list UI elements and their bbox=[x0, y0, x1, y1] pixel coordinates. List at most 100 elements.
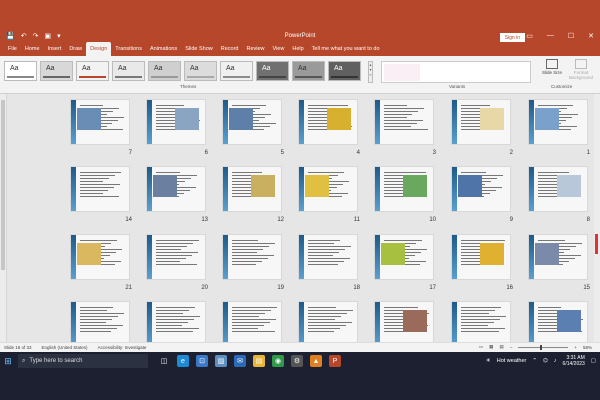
tab-review[interactable]: Review bbox=[242, 42, 268, 56]
weather-icon[interactable]: ☀ bbox=[486, 358, 491, 364]
slide-thumbnail[interactable] bbox=[451, 234, 511, 280]
powerpoint-icon[interactable]: P bbox=[329, 355, 341, 367]
slide-thumbnail[interactable] bbox=[451, 99, 511, 145]
tab-view[interactable]: View bbox=[269, 42, 289, 56]
normal-view-icon[interactable]: ▭ bbox=[479, 344, 483, 350]
reading-view-icon[interactable]: ▤ bbox=[499, 344, 503, 350]
slide-accent-stripe bbox=[375, 235, 380, 279]
theme-option[interactable]: Aa bbox=[4, 61, 37, 81]
weather-text[interactable]: Hot weather bbox=[497, 358, 527, 364]
slide-thumbnail[interactable] bbox=[374, 234, 434, 280]
slide-thumbnail[interactable] bbox=[528, 166, 588, 212]
tab-record[interactable]: Record bbox=[217, 42, 243, 56]
photos-icon[interactable]: ▨ bbox=[215, 355, 227, 367]
slide-thumbnail[interactable] bbox=[298, 99, 358, 145]
slide-thumbnail[interactable] bbox=[374, 99, 434, 145]
slide-size-button[interactable]: Slide Size bbox=[540, 59, 564, 80]
slide-thumbnail[interactable] bbox=[70, 234, 130, 280]
slide-thumbnail[interactable] bbox=[146, 234, 206, 280]
tell-me-search[interactable]: Tell me what you want to do bbox=[308, 42, 380, 56]
tab-slide-show[interactable]: Slide Show bbox=[181, 42, 217, 56]
slide-photo bbox=[403, 175, 427, 197]
slide-thumbnail[interactable] bbox=[146, 166, 206, 212]
theme-option[interactable]: Aa bbox=[112, 61, 145, 81]
theme-option[interactable]: Aa bbox=[76, 61, 109, 81]
notification-icon[interactable]: ▢ bbox=[591, 358, 596, 364]
zoom-in-icon[interactable]: + bbox=[574, 345, 577, 350]
theme-option[interactable]: Aa bbox=[220, 61, 253, 81]
slide-text-lines bbox=[156, 307, 201, 334]
close-icon[interactable]: ✕ bbox=[588, 32, 594, 40]
theme-option[interactable]: Aa bbox=[256, 61, 289, 81]
minimize-icon[interactable]: — bbox=[547, 32, 554, 40]
slide-photo bbox=[327, 108, 351, 130]
slide-thumbnail[interactable] bbox=[70, 99, 130, 145]
file-explorer-icon[interactable]: ▤ bbox=[253, 355, 265, 367]
taskbar-search[interactable]: ⌕ Type here to search bbox=[18, 354, 148, 368]
maximize-icon[interactable]: ☐ bbox=[568, 32, 574, 40]
accessibility-checker[interactable]: Accessibility: Investigate bbox=[98, 345, 147, 350]
slide-thumbnail[interactable] bbox=[146, 301, 206, 347]
slide-thumbnail[interactable] bbox=[528, 99, 588, 145]
start-button[interactable]: ⊞ bbox=[0, 352, 16, 370]
slide-thumbnail[interactable] bbox=[146, 99, 206, 145]
windows-taskbar: ⊞ ⌕ Type here to search ◫ e ⊡ ▨ ✉ ▤ ◉ ⚙ ▲ P ☀ Hot… bbox=[0, 352, 600, 400]
theme-option[interactable]: Aa bbox=[292, 61, 325, 81]
variant-option[interactable] bbox=[384, 64, 420, 81]
tab-help[interactable]: Help bbox=[288, 42, 307, 56]
taskbar-apps: ◫ e ⊡ ▨ ✉ ▤ ◉ ⚙ ▲ P bbox=[158, 355, 341, 367]
themes-more-button[interactable]: ▴ ▾ ▿ bbox=[368, 61, 373, 83]
scrollbar-thumb[interactable] bbox=[1, 100, 5, 270]
network-icon[interactable]: ⌬ bbox=[543, 358, 548, 364]
slide-thumbnail[interactable] bbox=[374, 166, 434, 212]
theme-option[interactable]: Aa bbox=[328, 61, 361, 81]
vlc-icon[interactable]: ▲ bbox=[310, 355, 322, 367]
slide-thumbnail[interactable] bbox=[451, 166, 511, 212]
slide-thumbnail[interactable] bbox=[222, 234, 282, 280]
slide-thumbnail[interactable] bbox=[222, 166, 282, 212]
chrome-icon[interactable]: ◉ bbox=[272, 355, 284, 367]
tab-draw[interactable]: Draw bbox=[65, 42, 86, 56]
theme-option[interactable]: Aa bbox=[40, 61, 73, 81]
slide-text-lines bbox=[308, 240, 353, 267]
slide-thumbnail[interactable] bbox=[298, 166, 358, 212]
tab-animations[interactable]: Animations bbox=[146, 42, 181, 56]
slide-thumbnail[interactable] bbox=[222, 99, 282, 145]
slide-thumbnail[interactable] bbox=[451, 301, 511, 347]
theme-glyph: Aa bbox=[334, 65, 343, 72]
slide-sorter-icon[interactable]: ▦ bbox=[489, 344, 493, 350]
tab-file[interactable]: File bbox=[4, 42, 21, 56]
slide-accent-stripe bbox=[529, 302, 534, 346]
clock[interactable]: 3:31 AM 6/14/2023 bbox=[563, 355, 585, 367]
slide-thumbnail[interactable] bbox=[528, 301, 588, 347]
slide-thumbnail[interactable] bbox=[70, 301, 130, 347]
tab-home[interactable]: Home bbox=[21, 42, 44, 56]
zoom-level[interactable]: 58% bbox=[583, 345, 592, 350]
language-indicator[interactable]: English (United States) bbox=[42, 345, 88, 350]
slide-thumbnail[interactable] bbox=[222, 301, 282, 347]
variants-gallery bbox=[381, 61, 531, 83]
ribbon-display-icon[interactable]: ▭ bbox=[526, 32, 533, 40]
slide-thumbnail[interactable] bbox=[528, 234, 588, 280]
mail-icon[interactable]: ✉ bbox=[234, 355, 246, 367]
zoom-out-icon[interactable]: − bbox=[510, 345, 513, 350]
tab-design[interactable]: Design bbox=[86, 42, 112, 56]
zoom-slider[interactable] bbox=[518, 344, 569, 350]
tab-insert[interactable]: Insert bbox=[44, 42, 66, 56]
slide-thumbnail[interactable] bbox=[298, 301, 358, 347]
slide-thumbnail[interactable] bbox=[298, 234, 358, 280]
theme-option[interactable]: Aa bbox=[184, 61, 217, 81]
task-view-icon[interactable]: ◫ bbox=[158, 355, 170, 367]
store-icon[interactable]: ⊡ bbox=[196, 355, 208, 367]
volume-icon[interactable]: ♪ bbox=[554, 358, 557, 364]
settings-icon[interactable]: ⚙ bbox=[291, 355, 303, 367]
left-scrollbar[interactable] bbox=[0, 94, 7, 342]
slide-thumbnail[interactable] bbox=[374, 301, 434, 347]
format-background-button[interactable]: Format Background bbox=[569, 59, 593, 80]
edge-icon[interactable]: e bbox=[177, 355, 189, 367]
tab-transitions[interactable]: Transitions bbox=[111, 42, 146, 56]
theme-option[interactable]: Aa bbox=[148, 61, 181, 81]
right-scrollbar[interactable] bbox=[594, 94, 600, 342]
slide-thumbnail[interactable] bbox=[70, 166, 130, 212]
chevron-up-icon[interactable]: ⌃ bbox=[532, 358, 537, 364]
